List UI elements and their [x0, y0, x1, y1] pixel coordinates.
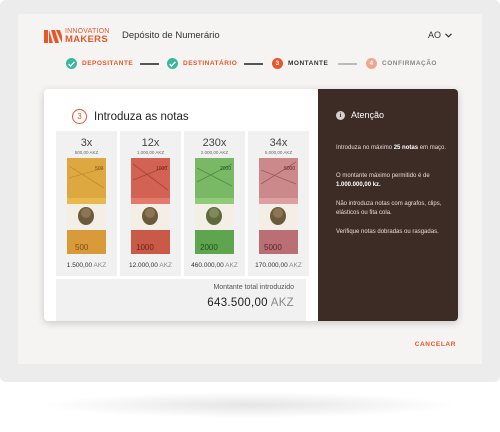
device-shadow	[40, 392, 460, 418]
step-label: DEPOSITANTE	[82, 60, 134, 67]
check-icon	[167, 58, 178, 69]
note-face-value: 5.000,00 AKZ	[264, 150, 293, 155]
step-confirmacao[interactable]: 4 CONFIRMAÇÃO	[366, 58, 437, 69]
notes-pane: 3 Introduza as notas 3x 500,00 AKZ 500 5…	[44, 89, 318, 321]
note-face-value: 1.000,00 AKZ	[136, 150, 165, 155]
note-face-value: 500,00 AKZ	[74, 150, 99, 155]
attention-text-damaged: Verifique notas dobradas ou rasgadas.	[336, 229, 439, 235]
note-amount: 12.000,00 AKZ	[120, 262, 181, 269]
note-currency: AKZ	[93, 262, 107, 269]
note-count: 12x	[141, 137, 160, 149]
banknote-image: 2000 2000	[195, 158, 234, 254]
step-number: 4	[366, 58, 377, 69]
device-frame: INNOVATION MAKERS Depósito de Numerário …	[0, 0, 500, 382]
attention-text-max-amount: O montante máximo permitido é de 1.000.0…	[336, 172, 448, 190]
note-count: 230x	[202, 137, 227, 149]
total-box: Montante total introduzido 643.500,00 AK…	[56, 279, 306, 321]
screen: INNOVATION MAKERS Depósito de Numerário …	[18, 14, 482, 364]
text-bold: 1.000.000,00 kz.	[336, 182, 381, 188]
step-montante[interactable]: 3 MONTANTE	[272, 58, 328, 69]
banknote-image: 1000 1000	[131, 158, 170, 254]
note-amount-value: 460.000,00	[191, 262, 224, 269]
note-card: 12x 1.000,00 AKZ 1000 1000 12.000,00 AKZ	[120, 131, 181, 276]
step-label: MONTANTE	[288, 60, 329, 67]
attention-title: Atenção	[351, 110, 385, 120]
stepper: DEPOSITANTE DESTINATÁRIO 3 MONTANTE 4 CO…	[18, 58, 482, 74]
language-label: AO	[427, 30, 441, 40]
step-label: CONFIRMAÇÃO	[382, 60, 437, 67]
total-amount: 643.500,00	[207, 297, 268, 309]
section-heading: Introduza as notas	[94, 110, 189, 123]
banknote-denomination: 1000	[136, 243, 154, 252]
banknote-denomination: 2000	[200, 243, 218, 252]
total-currency: AKZ	[270, 297, 294, 309]
step-depositante[interactable]: DEPOSITANTE	[66, 58, 133, 69]
cancel-button[interactable]: CANCELAR	[415, 341, 456, 348]
banknote-denomination-small: 5000	[284, 166, 295, 172]
note-amount-value: 12.000,00	[128, 262, 158, 269]
text-part: em maço.	[418, 145, 447, 151]
note-currency: AKZ	[159, 262, 173, 269]
banknote-denomination: 500	[75, 243, 89, 252]
note-amount: 170.000,00 AKZ	[248, 262, 309, 269]
total-label: Montante total introduzido	[213, 284, 294, 291]
attention-text-no-clips: Não introduza notas com agrafos, clips, …	[336, 201, 442, 216]
note-count: 34x	[269, 137, 288, 149]
step-destinatario[interactable]: DESTINATÁRIO	[167, 58, 237, 69]
note-amount-value: 1.500,00	[66, 262, 93, 269]
page-title: Depósito de Numerário	[122, 30, 220, 41]
step-connector	[338, 63, 357, 65]
note-count: 3x	[80, 137, 93, 149]
note-amount-value: 170.000,00	[255, 262, 288, 269]
chevron-down-icon	[445, 32, 452, 38]
step-number: 3	[272, 58, 283, 69]
banknote-image: 500 500	[67, 158, 106, 254]
check-icon	[66, 58, 77, 69]
banknote-denomination-small: 2000	[220, 166, 231, 172]
step-label: DESTINATÁRIO	[183, 60, 238, 67]
total-value: 643.500,00 AKZ	[207, 297, 294, 309]
logo-text: INNOVATION MAKERS	[65, 28, 110, 44]
section-number: 3	[72, 109, 87, 124]
note-amount: 460.000,00 AKZ	[184, 262, 245, 269]
banknote-denomination-small: 1000	[156, 166, 167, 172]
note-card: 230x 2.000,00 AKZ 2000 2000 460.000,00 A…	[184, 131, 245, 276]
step-connector	[244, 63, 263, 65]
text-bold: 25 notas	[393, 145, 419, 151]
logo-mark-icon	[44, 29, 62, 43]
attention-text-max-notes: Introduza no máximo 25 notas em maço.	[336, 144, 448, 153]
note-card: 34x 5.000,00 AKZ 5000 5000 170.000,00 AK…	[248, 131, 309, 276]
text-part: O montante máximo permitido é de	[336, 173, 430, 179]
header: INNOVATION MAKERS Depósito de Numerário …	[18, 14, 482, 58]
note-card: 3x 500,00 AKZ 500 500 1.500,00 AKZ	[56, 131, 117, 276]
attention-panel: i Atenção Introduza no máximo 25 notas e…	[318, 89, 458, 321]
note-amount: 1.500,00 AKZ	[56, 262, 117, 269]
step-connector	[140, 63, 159, 65]
amount-card: 3 Introduza as notas 3x 500,00 AKZ 500 5…	[44, 89, 458, 321]
language-selector[interactable]: AO	[428, 30, 452, 40]
logo-line2: MAKERS	[65, 34, 108, 45]
logo: INNOVATION MAKERS	[44, 28, 110, 44]
note-currency: AKZ	[289, 262, 302, 269]
text-part: Introduza no máximo	[336, 145, 394, 151]
banknote-denomination: 5000	[264, 243, 282, 252]
banknote-image: 5000 5000	[259, 158, 298, 254]
info-icon: i	[336, 110, 345, 120]
section-title: 3 Introduza as notas	[72, 109, 189, 124]
attention-heading: i Atenção	[336, 110, 384, 120]
banknote-denomination-small: 500	[95, 166, 104, 172]
notes-list: 3x 500,00 AKZ 500 500 1.500,00 AKZ 12x 1…	[56, 131, 309, 276]
note-face-value: 2.000,00 AKZ	[200, 150, 229, 155]
note-currency: AKZ	[225, 262, 238, 269]
